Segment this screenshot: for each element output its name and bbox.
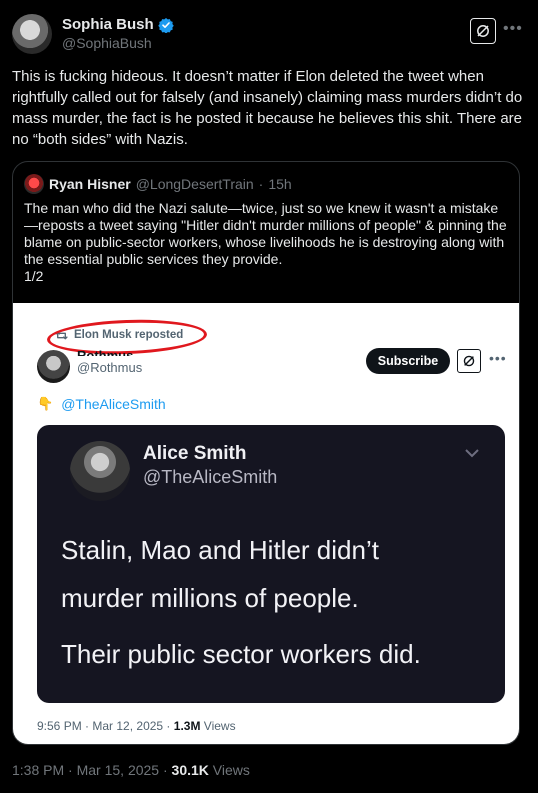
avatar[interactable] <box>12 14 52 54</box>
chevron-glyph-icon <box>465 449 479 458</box>
author-handle[interactable]: @SophiaBush <box>62 35 152 51</box>
inner-display-name: Rothmus <box>77 348 134 356</box>
quote-dot: · <box>258 176 264 192</box>
quote-text: The man who did the Nazi salute—twice, j… <box>24 200 507 284</box>
more-icon[interactable]: ••• <box>503 18 523 40</box>
quote-avatar <box>24 174 44 194</box>
card-display-name: Alice Smith <box>143 443 247 464</box>
tweet-header: Sophia Bush @SophiaBush ••• <box>12 14 526 54</box>
tweet-text: This is fucking hideous. It doesn’t matt… <box>12 68 527 148</box>
views-label: Views <box>212 762 250 778</box>
verified-badge-icon <box>157 17 174 33</box>
inner-more-icon: ••• <box>489 350 507 366</box>
card-avatar <box>70 441 130 501</box>
inner-avatar <box>37 350 70 383</box>
quote-handle: @LongDesertTrain <box>135 176 254 192</box>
mention-link: @TheAliceSmith <box>61 396 166 412</box>
inner-grok-glyph-icon <box>463 355 475 367</box>
card-text-line-1: Stalin, Mao and Hitler didn’t <box>61 535 379 565</box>
quoted-tweet[interactable]: Ryan Hisner @LongDesertTrain · 15h The m… <box>12 161 520 745</box>
grok-icon[interactable] <box>470 18 496 44</box>
author-display-name[interactable]: Sophia Bush <box>62 16 154 33</box>
pointing-down-icon: 👇 <box>37 396 54 411</box>
quote-media-screenshot[interactable]: Elon Musk reposted Rothmus @Rothmus Subs… <box>13 303 519 744</box>
tweet-date[interactable]: Mar 15, 2025 <box>77 762 160 778</box>
tweet-time[interactable]: 1:38 PM <box>12 762 64 778</box>
mention-row: 👇 @TheAliceSmith <box>37 396 166 412</box>
author-name-row[interactable]: Sophia Bush <box>62 16 174 33</box>
card-text-line-2: murder millions of people. <box>61 583 359 613</box>
quote-header: Ryan Hisner @LongDesertTrain · 15h <box>24 174 292 194</box>
inner-timestamp: 9:56 PM · Mar 12, 2025 · 1.3M Views <box>37 719 236 733</box>
inner-views-label: Views <box>203 719 236 733</box>
inner-time: 9:56 PM <box>37 719 82 733</box>
tweet-timestamp: 1:38 PM · Mar 15, 2025 · 30.1K Views <box>12 762 250 778</box>
inner-grok-icon <box>457 349 481 373</box>
inner-views-count: 1.3M <box>173 719 201 733</box>
image-card: Alice Smith @TheAliceSmith Stalin, Mao a… <box>37 425 505 703</box>
views-count: 30.1K <box>171 762 209 778</box>
chevron-down-icon <box>465 445 479 461</box>
card-text-line-3: Their public sector workers did. <box>61 639 421 669</box>
card-handle: @TheAliceSmith <box>143 467 278 487</box>
quote-age: 15h <box>268 176 292 192</box>
subscribe-button: Subscribe <box>366 348 450 374</box>
inner-date: Mar 12, 2025 <box>92 719 164 733</box>
inner-handle: @Rothmus <box>77 360 143 375</box>
grok-glyph-icon <box>477 25 489 37</box>
quote-display-name: Ryan Hisner <box>49 176 131 192</box>
